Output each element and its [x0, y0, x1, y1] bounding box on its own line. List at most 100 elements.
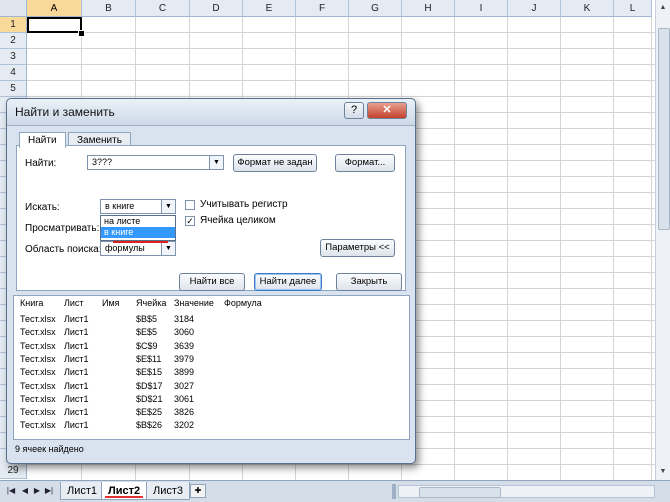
column-header-g[interactable]: G: [349, 0, 402, 17]
row-header-29[interactable]: 29: [0, 463, 27, 479]
fill-handle[interactable]: [78, 30, 85, 37]
column-header-a[interactable]: A: [27, 0, 82, 17]
results-cell: 3060: [174, 327, 195, 338]
results-cell: 3061: [174, 393, 195, 404]
close-icon[interactable]: ✕: [367, 102, 407, 119]
search-label: Просматривать:: [25, 223, 100, 234]
match-case-checkbox[interactable]: [185, 200, 195, 210]
find-all-button[interactable]: Найти все: [179, 273, 245, 291]
results-list[interactable]: Книга Лист Имя Ячейка Значение Формула Тест.x…: [13, 295, 410, 440]
results-cell: Лист1: [64, 353, 89, 364]
results-header-cell[interactable]: Имя: [102, 298, 120, 308]
results-cell: Лист1: [64, 314, 89, 324]
sheet-tab-2[interactable]: Лист2: [101, 482, 148, 500]
column-header-l[interactable]: L: [614, 0, 652, 17]
horizontal-scrollbar[interactable]: [398, 485, 655, 498]
find-next-button[interactable]: Найти далее: [254, 273, 322, 291]
results-cell: 3826: [174, 407, 195, 418]
column-header-h[interactable]: H: [402, 0, 455, 17]
select-all-corner[interactable]: [0, 0, 27, 17]
results-cell: $B$5: [136, 314, 158, 324]
find-dropdown-icon[interactable]: ▼: [209, 156, 223, 169]
results-cell: Тест.xlsx: [20, 314, 56, 324]
row-header-1[interactable]: 1: [0, 17, 27, 33]
results-row[interactable]: Тест.xlsx Лист1 $D$17 3027: [14, 381, 409, 394]
find-input[interactable]: 3??? ▼: [87, 155, 224, 170]
horizontal-scroll-thumb[interactable]: [419, 487, 501, 498]
column-header-c[interactable]: C: [136, 0, 190, 17]
next-sheet-icon[interactable]: ▶: [32, 485, 42, 497]
tab-split-handle[interactable]: [392, 484, 396, 499]
match-entire-checkbox[interactable]: ✓: [185, 216, 195, 226]
row-header-2[interactable]: 2: [0, 33, 27, 49]
close-button[interactable]: Закрыть: [336, 273, 402, 291]
help-button[interactable]: ?: [344, 102, 364, 119]
grid-line: [27, 464, 655, 465]
dialog-titlebar[interactable]: Найти и заменить ? ✕: [7, 99, 415, 126]
results-cell: $E$15: [136, 367, 163, 378]
grid-line: [27, 32, 655, 33]
within-select[interactable]: в книге ▼: [100, 199, 176, 214]
column-header-j[interactable]: J: [508, 0, 561, 17]
insert-sheet-icon[interactable]: ✚: [190, 484, 206, 498]
sheet-tab-1[interactable]: Лист1: [60, 482, 105, 500]
vertical-scrollbar[interactable]: ▲ ▼: [655, 0, 670, 480]
row-header-3[interactable]: 3: [0, 49, 27, 65]
results-header-cell[interactable]: Формула: [224, 298, 262, 308]
match-entire-label: Ячейка целиком: [200, 215, 276, 226]
results-header-cell[interactable]: Книга: [20, 298, 43, 308]
last-sheet-icon[interactable]: ▶|: [44, 485, 54, 497]
column-header-e[interactable]: E: [243, 0, 296, 17]
active-cell-a1[interactable]: [27, 17, 82, 33]
results-cell: $E$5: [136, 327, 158, 338]
results-cell: Лист1: [64, 380, 89, 391]
results-header-cell[interactable]: Значение: [174, 298, 214, 308]
results-row[interactable]: Тест.xlsx Лист1 $B$26 3202: [14, 420, 409, 433]
find-replace-dialog: Найти и заменить ? ✕ Найти Заменить Найт…: [6, 98, 416, 464]
results-header-cell[interactable]: Лист: [64, 298, 84, 308]
tab-find[interactable]: Найти: [19, 132, 66, 148]
within-label: Искать:: [25, 202, 60, 213]
grid-line: [560, 17, 561, 480]
results-cell: $D$21: [136, 393, 163, 404]
row-header-4[interactable]: 4: [0, 65, 27, 81]
prev-sheet-icon[interactable]: ◀: [20, 485, 30, 497]
results-row[interactable]: Тест.xlsx Лист1 $E$11 3979: [14, 354, 409, 367]
look-in-dropdown-icon[interactable]: ▼: [161, 242, 175, 255]
results-header-cell[interactable]: Ячейка: [136, 298, 166, 308]
results-cell: 3899: [174, 367, 195, 378]
results-row[interactable]: Тест.xlsx Лист1 $B$5 3184: [14, 314, 409, 327]
options-button[interactable]: Параметры <<: [320, 239, 395, 257]
results-row[interactable]: Тест.xlsx Лист1 $E$5 3060: [14, 327, 409, 340]
find-label: Найти:: [25, 158, 57, 169]
column-header-k[interactable]: K: [561, 0, 614, 17]
within-dropdown-icon[interactable]: ▼: [161, 200, 175, 213]
column-header-d[interactable]: D: [190, 0, 243, 17]
column-header-i[interactable]: I: [455, 0, 508, 17]
first-sheet-icon[interactable]: |◀: [6, 485, 16, 497]
results-cell: Тест.xlsx: [20, 367, 56, 378]
results-row[interactable]: Тест.xlsx Лист1 $E$15 3899: [14, 367, 409, 380]
results-cell: 3639: [174, 340, 195, 351]
column-header-f[interactable]: F: [296, 0, 349, 17]
within-option-sheet[interactable]: на листе: [101, 216, 175, 227]
scroll-down-icon[interactable]: ▼: [656, 465, 670, 479]
sheet-tab-3[interactable]: Лист3: [146, 482, 191, 500]
column-header-b[interactable]: B: [82, 0, 136, 17]
results-row[interactable]: Тест.xlsx Лист1 $E$25 3826: [14, 407, 409, 420]
results-cell: Тест.xlsx: [20, 327, 56, 338]
results-cell: Тест.xlsx: [20, 420, 56, 431]
scroll-up-icon[interactable]: ▲: [656, 1, 670, 15]
row-header-5[interactable]: 5: [0, 81, 27, 97]
within-dropdown-list: на листе в книге: [100, 215, 176, 241]
format-status-button[interactable]: Формат не задан: [233, 154, 317, 172]
results-cell: $E$11: [136, 353, 162, 364]
grid-line: [27, 80, 655, 81]
format-button[interactable]: Формат...: [335, 154, 395, 172]
within-option-workbook[interactable]: в книге: [101, 227, 175, 238]
results-row[interactable]: Тест.xlsx Лист1 $C$9 3639: [14, 341, 409, 354]
look-in-select[interactable]: формулы ▼: [100, 241, 176, 256]
annotation-underline: [113, 241, 168, 243]
vertical-scroll-thumb[interactable]: [658, 28, 670, 230]
results-row[interactable]: Тест.xlsx Лист1 $D$21 3061: [14, 394, 409, 407]
